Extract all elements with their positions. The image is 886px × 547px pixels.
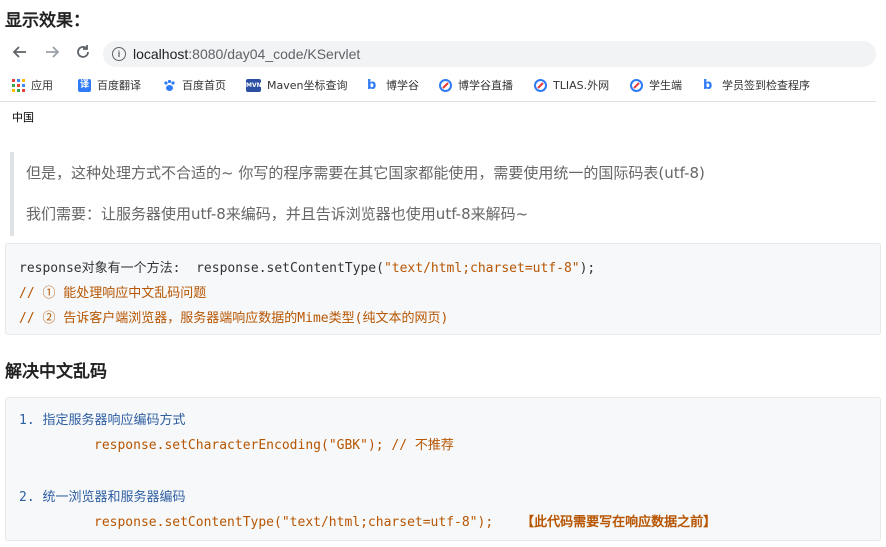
code2-suffix: ); <box>477 515 494 530</box>
bookmark-boxuegu[interactable]: b 博学谷 <box>367 77 419 93</box>
url-path: :8080/day04_code/KServlet <box>188 46 361 62</box>
reload-icon <box>77 45 89 58</box>
section-heading-display: 显示效果： <box>5 11 90 31</box>
code2-line-3: 2. 统一浏览器和服务器编码 <box>19 490 186 505</box>
code2-string: "text/html;charset=utf-8" <box>281 515 478 530</box>
bookmark-label: 应用 <box>31 79 53 92</box>
bookmark-label: 学员签到检查程序 <box>722 79 810 92</box>
bookmarks-divider <box>0 101 876 102</box>
code1-suffix: ); <box>579 261 596 276</box>
address-bar[interactable]: i localhost:8080/day04_code/KServlet <box>103 41 876 67</box>
boxuegu-icon: b <box>367 77 377 93</box>
code1-line-3: // ② 告诉客户端浏览器，服务器端响应数据的Mime类型(纯文本的网页) <box>19 311 449 326</box>
back-button[interactable] <box>10 44 30 64</box>
bookmarks-bar: 应用 译 百度翻译 百度首页 MVN Maven坐标查询 b 博学谷 博学谷直播 <box>0 74 886 96</box>
code2-line-1: 1. 指定服务器响应编码方式 <box>19 413 186 428</box>
quote-line-2: 我们需要：让服务器使用utf-8来编码，并且告诉浏览器也使用utf-8来解码~ <box>26 205 529 223</box>
code2-suffix: ); // 不推荐 <box>367 438 454 453</box>
page-content-text: 中国 <box>12 111 34 124</box>
bookmark-label: 百度翻译 <box>97 79 141 92</box>
quote-line-1: 但是，这种处理方式不合适的~ 你写的程序需要在其它国家都能使用，需要使用统一的国… <box>26 164 705 182</box>
browser-window: i localhost:8080/day04_code/KServlet 应用 <box>0 34 886 134</box>
apps-grid-icon <box>12 78 25 92</box>
arrow-left-icon <box>12 46 26 58</box>
bookmark-student[interactable]: 学生端 <box>630 77 682 93</box>
forward-button[interactable] <box>42 44 62 64</box>
code-block-1: response对象有一个方法: response.setContentType… <box>5 243 881 335</box>
code2-line-2: response.setCharacterEncoding("GBK"); //… <box>94 434 454 453</box>
checkin-icon: b <box>703 77 713 93</box>
bookmark-label: 博学谷 <box>386 79 419 92</box>
bookmark-maven[interactable]: MVN Maven坐标查询 <box>246 77 347 93</box>
bookmark-checkin[interactable]: b 学员签到检查程序 <box>703 77 810 93</box>
bookmark-label: Maven坐标查询 <box>267 79 348 92</box>
code2-code: response.setCharacterEncoding( <box>94 438 329 453</box>
code1-string: "text/html;charset=utf-8" <box>383 261 580 276</box>
student-icon <box>630 78 643 92</box>
bookmark-baidu-translate[interactable]: 译 百度翻译 <box>78 77 141 93</box>
boxuegu-live-icon <box>439 78 452 92</box>
code1-text: response对象有一个方法: response.setContentType… <box>19 261 384 276</box>
bookmark-label: 博学谷直播 <box>458 79 513 92</box>
blockquote: 但是，这种处理方式不合适的~ 你写的程序需要在其它国家都能使用，需要使用统一的国… <box>10 152 880 236</box>
info-icon[interactable]: i <box>112 47 126 61</box>
bookmark-label: TLIAS.外网 <box>553 79 610 92</box>
bookmark-apps[interactable]: 应用 <box>12 77 53 93</box>
reload-button[interactable] <box>73 44 93 64</box>
code1-line-2: // ① 能处理响应中文乱码问题 <box>19 286 207 301</box>
section-heading-solve: 解决中文乱码 <box>5 362 107 382</box>
arrow-right-icon <box>46 46 60 58</box>
maven-icon: MVN <box>246 78 262 92</box>
bookmark-baidu-home[interactable]: 百度首页 <box>163 77 226 93</box>
baidu-translate-icon: 译 <box>78 78 91 92</box>
tlias-icon <box>534 78 547 92</box>
bookmark-boxuegu-live[interactable]: 博学谷直播 <box>439 77 513 93</box>
code2-string: "GBK" <box>328 438 368 453</box>
url-text: localhost:8080/day04_code/KServlet <box>133 41 360 67</box>
bookmark-tlias[interactable]: TLIAS.外网 <box>534 77 609 93</box>
url-host: localhost <box>133 46 189 62</box>
code2-line-4: response.setContentType("text/html;chars… <box>94 511 716 530</box>
code2-code: response.setContentType( <box>94 515 282 530</box>
code-block-2: 1. 指定服务器响应编码方式 response.setCharacterEnco… <box>5 397 881 541</box>
baidu-paw-icon <box>163 79 176 92</box>
bookmark-label: 百度首页 <box>182 79 226 92</box>
code2-note: 【此代码需要写在响应数据之前】 <box>521 515 717 530</box>
bookmark-label: 学生端 <box>649 79 682 92</box>
code1-line-1: response对象有一个方法: response.setContentType… <box>19 257 595 276</box>
